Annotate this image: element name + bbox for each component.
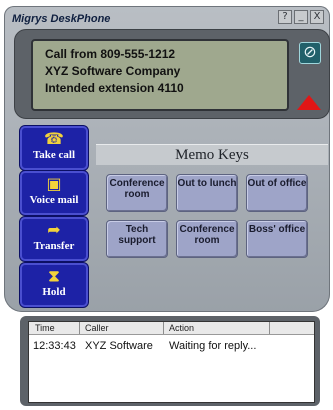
phone-body: Migrys DeskPhone ? _ X Call from 809-555… bbox=[4, 6, 330, 312]
column-divider[interactable] bbox=[269, 322, 270, 334]
mute-button[interactable]: ⊘ bbox=[299, 42, 321, 64]
memo-key-conference-room-2[interactable]: Conference room bbox=[176, 220, 238, 258]
memo-key-boss-office[interactable]: Boss' office bbox=[246, 220, 308, 258]
log-caller: XYZ Software bbox=[85, 340, 153, 352]
log-time: 12:33:43 bbox=[33, 340, 76, 352]
memo-keys-panel: Memo Keys Conference room Out to lunch O… bbox=[96, 136, 328, 294]
table-row[interactable]: 12:33:43 XYZ Software Waiting for reply.… bbox=[29, 340, 314, 354]
log-action: Waiting for reply... bbox=[169, 340, 257, 352]
memo-key-tech-support[interactable]: Tech support bbox=[106, 220, 168, 258]
call-log[interactable]: Time Caller Action 12:33:43 XYZ Software… bbox=[28, 321, 315, 403]
minimize-button[interactable]: _ bbox=[294, 10, 308, 24]
transfer-icon: ➦ bbox=[47, 220, 61, 239]
handset-icon: ☎ bbox=[44, 129, 64, 148]
memo-key-conference-room[interactable]: Conference room bbox=[106, 174, 168, 212]
column-action[interactable]: Action bbox=[169, 322, 194, 334]
call-log-frame: Time Caller Action 12:33:43 XYZ Software… bbox=[20, 316, 320, 406]
memo-key-out-of-office[interactable]: Out of office bbox=[246, 174, 308, 212]
help-button[interactable]: ? bbox=[278, 10, 292, 24]
window-controls: ? _ X bbox=[278, 10, 324, 24]
lcd-screen: Call from 809-555-1212 XYZ Software Comp… bbox=[31, 39, 289, 111]
transfer-button[interactable]: ➦ Transfer bbox=[20, 217, 88, 261]
column-divider[interactable] bbox=[163, 322, 164, 334]
column-divider[interactable] bbox=[79, 322, 80, 334]
extension-line: Intended extension 4110 bbox=[45, 81, 184, 95]
take-call-button[interactable]: ☎ Take call bbox=[20, 126, 88, 170]
memo-keys-title: Memo Keys bbox=[96, 144, 328, 165]
display-panel: Call from 809-555-1212 XYZ Software Comp… bbox=[14, 29, 330, 119]
column-caller[interactable]: Caller bbox=[85, 322, 109, 334]
company-line: XYZ Software Company bbox=[45, 64, 181, 78]
close-button[interactable]: X bbox=[310, 10, 324, 24]
hold-button[interactable]: ⧗ Hold bbox=[20, 263, 88, 307]
cassette-icon: ▣ bbox=[46, 174, 62, 193]
voice-mail-button[interactable]: ▣ Voice mail bbox=[20, 171, 88, 215]
hourglass-icon: ⧗ bbox=[48, 266, 60, 285]
call-log-header: Time Caller Action bbox=[29, 322, 314, 335]
caller-line: Call from 809-555-1212 bbox=[45, 47, 176, 61]
window-title: Migrys DeskPhone bbox=[12, 13, 111, 25]
no-entry-icon: ⊘ bbox=[303, 44, 317, 61]
alert-triangle-button[interactable] bbox=[297, 95, 321, 110]
memo-key-out-to-lunch[interactable]: Out to lunch bbox=[176, 174, 238, 212]
column-time[interactable]: Time bbox=[35, 322, 55, 334]
